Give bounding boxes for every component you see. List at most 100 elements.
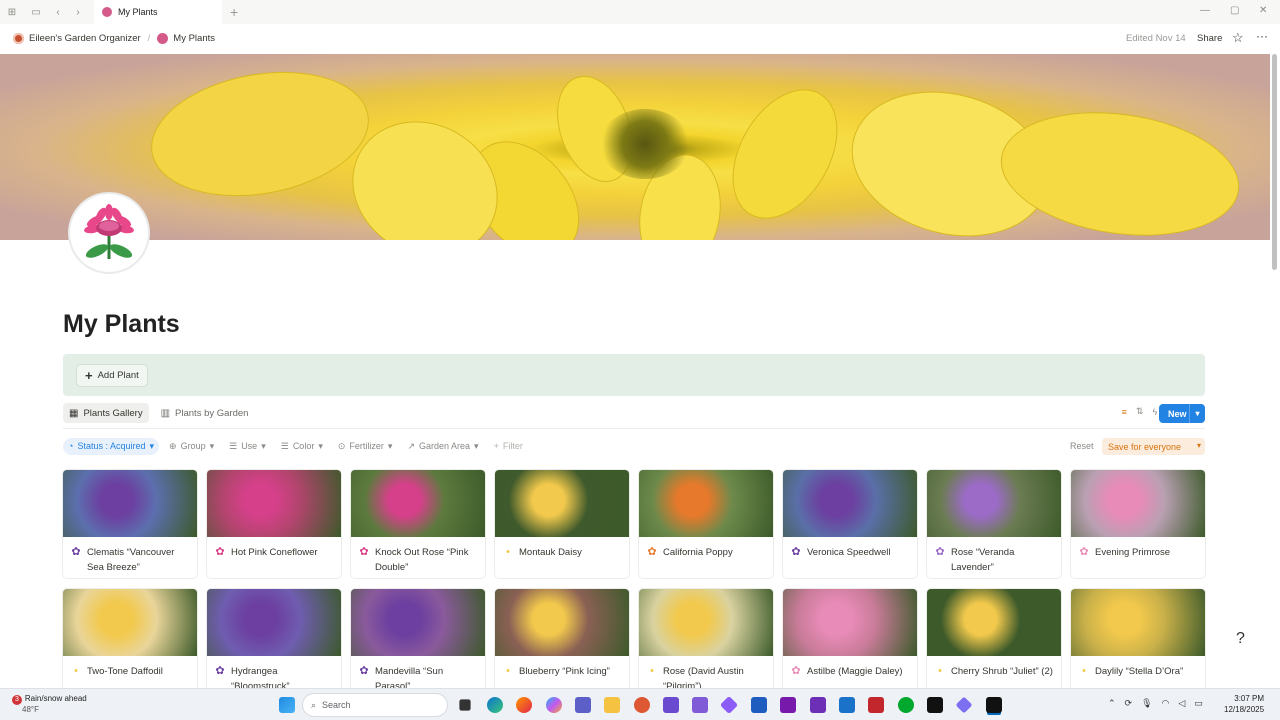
onenote-icon[interactable] — [780, 697, 796, 713]
evernote-icon[interactable] — [898, 697, 914, 713]
plant-name-row: ✿ Hot Pink Coneflower — [207, 537, 341, 560]
tab-plants-by-garden[interactable]: ▥ Plants by Garden — [155, 403, 255, 423]
favorite-star-icon[interactable]: ☆ — [1232, 30, 1244, 46]
sidebar-toggle-icon[interactable]: ▭ — [28, 4, 44, 20]
file-explorer-icon[interactable] — [604, 697, 620, 713]
word-icon[interactable] — [751, 697, 767, 713]
filter-lines-icon[interactable]: ≡ — [1122, 407, 1127, 417]
plant-card[interactable]: ✿ Rose “Veranda Lavender” — [927, 470, 1061, 578]
garden-area-label: Garden Area — [419, 441, 471, 451]
group-filter[interactable]: ⊕ Group ▾ — [164, 438, 219, 455]
plant-card[interactable]: ✿ Mandevilla “Sun Parasol” — [351, 589, 485, 697]
taskbar-clock[interactable]: 3:07 PM 12/18/2025 — [1224, 693, 1264, 715]
add-plant-button[interactable]: + Add Plant — [77, 365, 147, 386]
taskbar-search[interactable]: ⌕ Search — [303, 694, 447, 716]
plant-card[interactable]: • Two-Tone Daffodil — [63, 589, 197, 697]
page-scrollbar[interactable] — [1272, 54, 1277, 270]
teams-icon[interactable] — [575, 697, 591, 713]
forward-arrow-icon[interactable]: › — [70, 4, 86, 20]
more-options-icon[interactable]: ··· — [1256, 29, 1268, 43]
plant-name: Two-Tone Daffodil — [87, 666, 163, 677]
group-icon: ⊕ — [169, 440, 177, 451]
obsidian-icon[interactable] — [719, 695, 739, 715]
mail-icon[interactable] — [663, 697, 679, 713]
plant-name-row: ✿ Rose “Veranda Lavender” — [927, 537, 1061, 575]
use-label: Use — [241, 441, 258, 451]
plant-card[interactable]: • Rose (David Austin “Pilgrim”) — [639, 589, 773, 697]
sort-icon[interactable]: ⇅ — [1136, 406, 1144, 417]
help-icon[interactable]: ? — [1236, 630, 1256, 660]
reset-button[interactable]: Reset — [1070, 441, 1094, 451]
new-record-button[interactable]: New ▾ — [1159, 404, 1205, 423]
chevron-down-icon[interactable]: ▾ — [1197, 441, 1201, 450]
chevron-up-icon[interactable]: ⌃ — [1108, 698, 1116, 709]
vpn-icon[interactable] — [955, 696, 973, 714]
status-filter[interactable]: ◔ Status : Acquired ▾ — [63, 437, 160, 455]
task-view-icon[interactable] — [459, 699, 471, 711]
plant-card[interactable]: ✿ Hot Pink Coneflower — [207, 470, 341, 578]
cover-image[interactable] — [0, 54, 1270, 240]
page-title[interactable]: My Plants — [63, 310, 180, 339]
notion-active-icon[interactable] — [986, 697, 1002, 713]
pink-flower-icon: ✿ — [791, 665, 801, 677]
plant-card[interactable]: • Cherry Shrub “Juliet” (2) — [927, 589, 1061, 697]
edge-icon[interactable] — [487, 697, 503, 713]
chevron-down-icon[interactable]: ▾ — [1189, 404, 1205, 423]
new-tab-icon[interactable]: + — [230, 4, 238, 20]
app-menu-icon[interactable]: ⊞ — [4, 4, 20, 20]
tab-plants-gallery[interactable]: ▦ Plants Gallery — [63, 403, 149, 423]
microphone-icon[interactable]: 🎙 — [1141, 698, 1152, 709]
garden-area-filter[interactable]: ↗ Garden Area ▾ — [402, 438, 483, 455]
petal — [711, 70, 859, 238]
sync-icon[interactable]: ⟳ — [1125, 698, 1133, 709]
close-icon[interactable]: ✕ — [1259, 5, 1267, 16]
plant-name: Astilbe (Maggie Daley) — [807, 666, 903, 677]
affinity-publisher-icon[interactable] — [868, 697, 884, 713]
back-arrow-icon[interactable]: ‹ — [50, 4, 66, 20]
copilot-icon[interactable] — [546, 697, 562, 713]
windows-start-icon[interactable] — [279, 697, 295, 713]
add-filter-button[interactable]: + Filter — [489, 438, 528, 455]
plant-card[interactable]: • Blueberry “Pink Icing” — [495, 589, 629, 697]
plant-card[interactable]: ✿ Knock Out Rose “Pink Double” — [351, 470, 485, 578]
use-filter[interactable]: ☰ Use ▾ — [224, 438, 271, 455]
plant-card[interactable]: ✿ Clematis “Vancouver Sea Breeze” — [63, 470, 197, 578]
battery-icon[interactable]: ▭ — [1194, 698, 1203, 709]
weather-widget[interactable]: 3 Rain/snow ahead 48°F — [12, 694, 87, 715]
plant-name-row: • Cherry Shrub “Juliet” (2) — [927, 656, 1061, 679]
wifi-icon[interactable]: ◠ — [1162, 698, 1170, 709]
plant-card[interactable]: ✿ Veronica Speedwell — [783, 470, 917, 578]
browser-tab[interactable]: My Plants — [94, 0, 222, 24]
plant-name-row: ✿ Veronica Speedwell — [783, 537, 917, 560]
affinity-designer-icon[interactable] — [839, 697, 855, 713]
maximize-icon[interactable]: ▢ — [1230, 5, 1239, 16]
chevron-down-icon: ▾ — [209, 440, 215, 451]
speaker-icon[interactable]: ◁ — [1178, 698, 1185, 709]
color-filter[interactable]: ☰ Color ▾ — [276, 438, 328, 455]
plant-card[interactable]: ✿ Evening Primrose — [1071, 470, 1205, 578]
share-button[interactable]: Share — [1197, 33, 1222, 44]
plant-name-row: • Daylily “Stella D’Ora” — [1071, 656, 1205, 679]
view-label: Plants by Garden — [175, 407, 249, 419]
plant-photo — [927, 470, 1061, 537]
plant-name-row: ✿ Evening Primrose — [1071, 537, 1205, 560]
notion-icon[interactable] — [927, 697, 943, 713]
plant-card[interactable]: ✿ Hydrangea “Bloomstruck” — [207, 589, 341, 697]
fertilizer-filter[interactable]: ⊙ Fertilizer ▾ — [333, 438, 398, 455]
affinity-photo-icon[interactable] — [810, 697, 826, 713]
plant-card[interactable]: • Daylily “Stella D’Ora” — [1071, 589, 1205, 697]
firefox-icon[interactable] — [516, 697, 532, 713]
plant-card[interactable]: ✿ Astilbe (Maggie Daley) — [783, 589, 917, 697]
breadcrumb-workspace[interactable]: Eileen's Garden Organizer — [29, 33, 141, 44]
plant-name: Hot Pink Coneflower — [231, 547, 318, 558]
duckduckgo-icon[interactable] — [634, 697, 650, 713]
automation-bolt-icon[interactable]: ϟ — [1152, 407, 1157, 417]
folder-icon[interactable] — [692, 697, 708, 713]
breadcrumb-page[interactable]: My Plants — [173, 33, 215, 44]
minimize-icon[interactable]: — — [1200, 5, 1210, 16]
purple-flower-icon: ✿ — [359, 665, 369, 677]
plant-card[interactable]: ✿ California Poppy — [639, 470, 773, 578]
page-icon[interactable] — [70, 194, 148, 272]
plant-card[interactable]: • Montauk Daisy — [495, 470, 629, 578]
save-for-everyone-button[interactable]: Save for everyone ▾ — [1102, 438, 1205, 455]
